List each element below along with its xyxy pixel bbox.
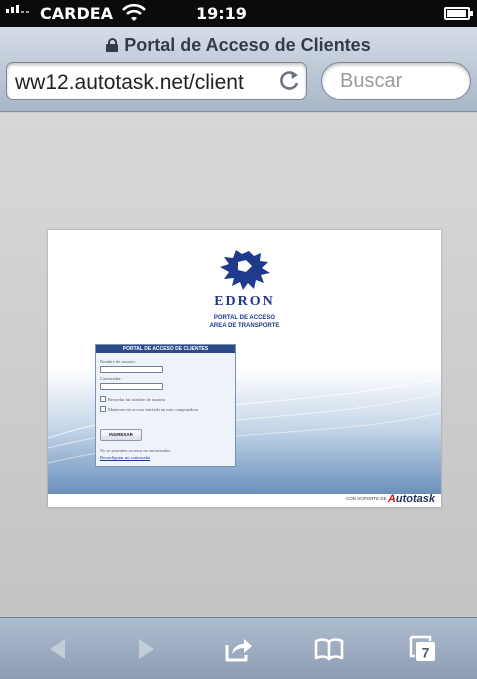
back-icon (50, 639, 65, 659)
tagline-line-1: PORTAL DE ACCESO (213, 315, 276, 321)
forgot-password-link[interactable]: Reconfigurar mi contraseña (100, 455, 150, 460)
brand-header: EDRON PORTAL DE ACCESO AREA DE TRANSPORT… (48, 248, 441, 330)
search-field[interactable] (321, 62, 471, 100)
autotask-logo[interactable]: Autotask (388, 493, 435, 505)
browser-chrome: Portal de Acceso de Clientes ww12.autota… (0, 27, 477, 112)
address-bar[interactable]: ww12.autotask.net/client (6, 62, 307, 100)
carrier-name: CARDEA (40, 4, 114, 23)
powered-by-text: CON SOPORTE DE (345, 496, 387, 501)
battery-charging-icon (444, 7, 473, 20)
keep-signed-checkbox[interactable] (100, 406, 106, 412)
remember-label: Recordar mi nombre de usuario (108, 397, 165, 402)
autotask-logo-a: A (387, 493, 396, 505)
login-form: PORTAL DE ACCESO DE CLIENTES Nombre de u… (95, 344, 236, 467)
status-time: 19:19 (196, 4, 247, 23)
login-page: EDRON PORTAL DE ACCESO AREA DE TRANSPORT… (48, 230, 441, 507)
brand-tagline: PORTAL DE ACCESO AREA DE TRANSPORTE (48, 314, 441, 330)
remember-checkbox[interactable] (100, 396, 106, 402)
bottom-toolbar: 7 (0, 617, 477, 679)
unauthorized-notice: No se permiten accesos no autorizados. (100, 448, 171, 453)
brand-name: EDRON (214, 294, 275, 309)
page-title: Portal de Acceso de Clientes (0, 35, 477, 56)
page-title-text: Portal de Acceso de Clientes (124, 35, 371, 55)
lion-logo-icon (219, 250, 270, 290)
wifi-icon (121, 0, 147, 28)
lock-icon (106, 38, 119, 52)
url-text[interactable]: ww12.autotask.net/client (15, 71, 277, 95)
login-title: PORTAL DE ACCESO DE CLIENTES (96, 345, 235, 353)
login-button[interactable]: INGRESAR (100, 429, 142, 441)
web-content[interactable]: EDRON PORTAL DE ACCESO AREA DE TRANSPORT… (0, 113, 477, 616)
powered-by: CON SOPORTE DE Autotask (346, 493, 435, 505)
share-button[interactable] (209, 618, 269, 679)
search-input[interactable] (340, 70, 460, 92)
tabs-icon: 7 (409, 635, 435, 661)
username-label: Nombre de usuario: (100, 359, 136, 364)
tagline-line-2: AREA DE TRANSPORTE (209, 323, 280, 329)
bookmarks-button[interactable] (299, 618, 359, 679)
forward-button[interactable] (116, 618, 176, 679)
password-label: Contraseña: (100, 376, 122, 381)
back-button[interactable] (28, 618, 88, 679)
username-input[interactable] (100, 366, 163, 373)
password-input[interactable] (100, 383, 163, 390)
bookmarks-icon (314, 638, 344, 661)
forward-icon (139, 639, 154, 659)
keep-signed-label: Mantener mi acceso iniciado en esta comp… (108, 407, 198, 412)
autotask-logo-rest: utotask (395, 493, 435, 505)
share-icon (225, 639, 252, 662)
status-bar: CARDEA 19:19 (0, 0, 477, 27)
tabs-button[interactable]: 7 (393, 618, 453, 679)
reload-icon[interactable] (279, 68, 301, 98)
tabs-count: 7 (422, 645, 430, 661)
